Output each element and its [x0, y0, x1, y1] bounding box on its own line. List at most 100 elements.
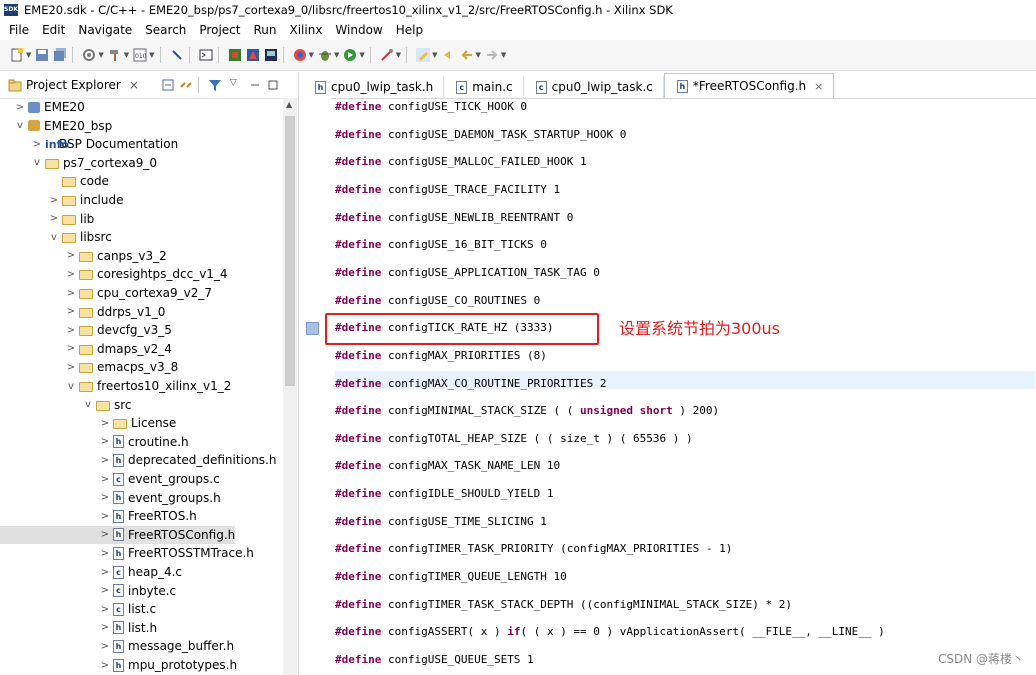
code-line[interactable]: #define configUSE_16_BIT_TICKS 0: [335, 236, 547, 254]
chevron-right-icon[interactable]: >: [48, 195, 60, 206]
gear-icon[interactable]: [82, 48, 96, 62]
code-line[interactable]: #define configTIMER_QUEUE_LENGTH 10: [335, 568, 567, 586]
link-editor-icon[interactable]: [179, 78, 193, 92]
back-icon[interactable]: [460, 48, 474, 62]
tree-item[interactable]: > h message_buffer.h: [0, 637, 234, 655]
code-line[interactable]: #define configIDLE_SHOULD_YIELD 1: [335, 485, 554, 503]
menu-xilinx[interactable]: Xilinx: [289, 23, 322, 37]
chevron-right-icon[interactable]: >: [99, 492, 111, 503]
tree-item[interactable]: > c event_groups.c: [0, 470, 220, 488]
menu-search[interactable]: Search: [145, 23, 186, 37]
tree-item[interactable]: > h mpu_prototypes.h: [0, 656, 237, 674]
code-area[interactable]: #define configUSE_TICK_HOOK 0 #define con…: [335, 98, 1035, 675]
pin-icon[interactable]: [170, 48, 184, 62]
close-icon[interactable]: ×: [129, 78, 139, 92]
tree-item[interactable]: > h croutine.h: [0, 433, 189, 451]
save-all-icon[interactable]: [53, 48, 67, 62]
chevron-down-icon[interactable]: v: [14, 120, 26, 131]
external-tools-icon[interactable]: [380, 48, 394, 62]
binary-icon[interactable]: 010: [133, 48, 147, 62]
tree-item[interactable]: > devcfg_v3_5: [0, 321, 172, 339]
code-line[interactable]: #define configMAX_CO_ROUTINE_PRIORITIES …: [335, 375, 607, 393]
forward-icon[interactable]: [485, 48, 499, 62]
save-icon[interactable]: [35, 48, 49, 62]
code-line[interactable]: #define configUSE_DAEMON_TASK_STARTUP_HO…: [335, 126, 626, 144]
view-menu-chevron-icon[interactable]: ▽: [230, 78, 244, 92]
tree-item[interactable]: > cpu_cortexa9_v2_7: [0, 284, 212, 302]
editor-tab[interactable]: c main.c: [444, 76, 524, 98]
chevron-down-icon[interactable]: ▼: [26, 51, 31, 59]
chevron-down-icon[interactable]: v: [65, 381, 77, 392]
chevron-right-icon[interactable]: >: [31, 139, 43, 150]
debug-bug-icon[interactable]: [318, 48, 332, 62]
tree-item[interactable]: v ps7_cortexa9_0: [0, 154, 157, 172]
menu-run[interactable]: Run: [253, 23, 276, 37]
chevron-down-icon[interactable]: v: [82, 399, 94, 410]
code-line[interactable]: #define configTIMER_TASK_PRIORITY (confi…: [335, 540, 732, 558]
chevron-right-icon[interactable]: >: [65, 288, 77, 299]
tree-item[interactable]: > info BSP Documentation: [0, 135, 178, 153]
tree-item[interactable]: > c list.c: [0, 600, 156, 618]
tree-item[interactable]: v src: [0, 396, 132, 414]
tree-item[interactable]: v libsrc: [0, 228, 112, 246]
chevron-down-icon[interactable]: ▼: [124, 51, 129, 59]
chevron-down-icon[interactable]: ▼: [432, 51, 437, 59]
chevron-right-icon[interactable]: >: [99, 622, 111, 633]
modified-marker-icon[interactable]: [306, 322, 319, 336]
chevron-right-icon[interactable]: >: [99, 511, 111, 522]
tree-item[interactable]: code: [0, 172, 109, 190]
tree-scrollbar[interactable]: ▲: [283, 98, 297, 675]
chevron-right-icon[interactable]: >: [14, 102, 26, 113]
tree-item[interactable]: > coresightps_dcc_v1_4: [0, 265, 228, 283]
chevron-right-icon[interactable]: >: [99, 585, 111, 596]
tree-item[interactable]: > h event_groups.h: [0, 489, 221, 507]
chevron-right-icon[interactable]: >: [65, 306, 77, 317]
chevron-right-icon[interactable]: >: [99, 548, 111, 559]
chevron-right-icon[interactable]: >: [99, 436, 111, 447]
chevron-down-icon[interactable]: ▼: [501, 51, 506, 59]
scroll-up-icon[interactable]: ▲: [286, 100, 292, 109]
next-annotation-icon[interactable]: [442, 48, 456, 62]
tree-item[interactable]: > h deprecated_definitions.h: [0, 451, 277, 469]
code-line[interactable]: #define configUSE_NEWLIB_REENTRANT 0: [335, 209, 573, 227]
xmd-console-icon[interactable]: [264, 48, 278, 62]
code-line[interactable]: #define configTOTAL_HEAP_SIZE ( ( size_t…: [335, 430, 693, 448]
menu-edit[interactable]: Edit: [42, 23, 65, 37]
tree-item[interactable]: > EME20: [0, 98, 85, 116]
code-line[interactable]: #define configUSE_MALLOC_FAILED_HOOK 1: [335, 153, 587, 171]
editor-tab[interactable]: h *FreeRTOSConfig.h ×: [663, 73, 835, 98]
close-icon[interactable]: ×: [814, 80, 823, 93]
code-line[interactable]: #define configUSE_QUEUE_SETS 1: [335, 651, 534, 669]
color-wheel-icon[interactable]: [293, 48, 307, 62]
menu-project[interactable]: Project: [199, 23, 240, 37]
code-line[interactable]: #define configMAX_PRIORITIES (8): [335, 347, 547, 365]
editor-tab[interactable]: h cpu0_lwip_task.h: [303, 76, 445, 98]
tree-item[interactable]: > h FreeRTOS.h: [0, 507, 197, 525]
menu-file[interactable]: File: [9, 23, 29, 37]
chevron-down-icon[interactable]: ▼: [359, 51, 364, 59]
menu-window[interactable]: Window: [335, 23, 382, 37]
tree-item[interactable]: > canps_v3_2: [0, 247, 167, 265]
chevron-down-icon[interactable]: ▼: [149, 51, 154, 59]
chevron-right-icon[interactable]: >: [65, 343, 77, 354]
chip-icon[interactable]: [228, 48, 242, 62]
chevron-right-icon[interactable]: >: [99, 474, 111, 485]
maximize-icon[interactable]: [266, 78, 280, 92]
minimize-icon[interactable]: [248, 78, 262, 92]
terminal-icon[interactable]: [199, 48, 213, 62]
tree-item[interactable]: v freertos10_xilinx_v1_2: [0, 377, 231, 395]
tree-item[interactable]: > ddrps_v1_0: [0, 303, 166, 321]
chevron-down-icon[interactable]: v: [48, 232, 60, 243]
menu-help[interactable]: Help: [396, 23, 423, 37]
tree-item[interactable]: > emacps_v3_8: [0, 358, 178, 376]
chevron-right-icon[interactable]: >: [99, 529, 111, 540]
chevron-down-icon[interactable]: ▼: [396, 51, 401, 59]
chevron-down-icon[interactable]: ▼: [98, 51, 103, 59]
tree-item[interactable]: > c heap_4.c: [0, 563, 182, 581]
scrollbar-thumb[interactable]: [285, 116, 295, 386]
menu-navigate[interactable]: Navigate: [78, 23, 132, 37]
program-fpga-icon[interactable]: [246, 48, 260, 62]
filter-icon[interactable]: [208, 78, 222, 92]
chevron-down-icon[interactable]: ▼: [334, 51, 339, 59]
chevron-right-icon[interactable]: >: [99, 567, 111, 578]
